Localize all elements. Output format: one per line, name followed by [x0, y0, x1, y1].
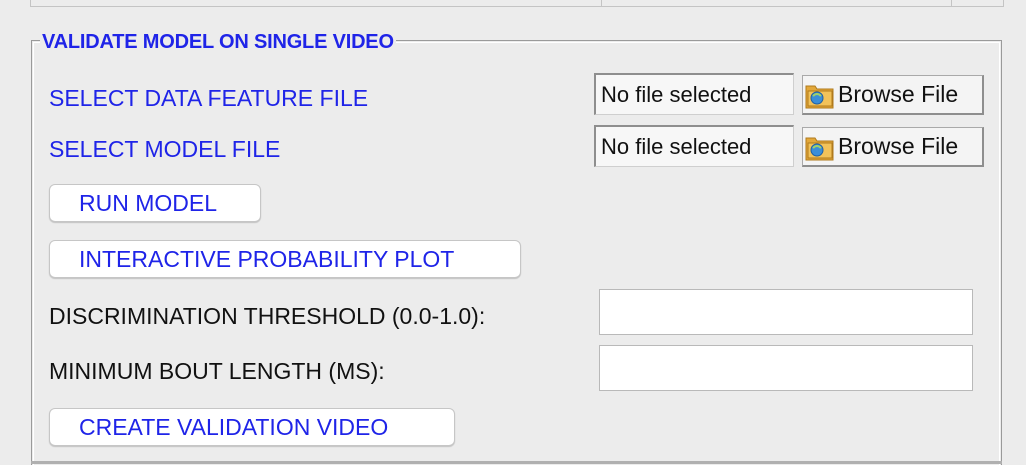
browse-label: Browse File	[838, 81, 959, 107]
data-feature-label: SELECT DATA FEATURE FILE	[49, 85, 369, 111]
minimum-bout-length-input[interactable]	[599, 345, 973, 391]
browse-label: Browse File	[838, 133, 959, 159]
panel-divider	[951, 0, 952, 6]
folder-icon	[804, 132, 836, 162]
minimum-bout-length-label: MINIMUM BOUT LENGTH (MS):	[49, 358, 385, 384]
create-validation-video-button[interactable]: CREATE VALIDATION VIDEO	[49, 408, 455, 446]
discrimination-threshold-input[interactable]	[599, 289, 973, 335]
run-model-button[interactable]: RUN MODEL	[49, 184, 261, 222]
folder-icon	[804, 80, 836, 110]
interactive-probability-plot-button[interactable]: INTERACTIVE PROBABILITY PLOT	[49, 240, 521, 278]
data-feature-file-field[interactable]: No file selected	[594, 73, 794, 115]
previous-panel-edge	[30, 0, 1004, 7]
panel-divider	[601, 0, 602, 6]
model-file-field[interactable]: No file selected	[594, 125, 794, 167]
model-file-label: SELECT MODEL FILE	[49, 136, 281, 162]
discrimination-threshold-label: DISCRIMINATION THRESHOLD (0.0-1.0):	[49, 303, 486, 329]
model-file-browse-button[interactable]: Browse File	[802, 127, 984, 167]
data-feature-browse-button[interactable]: Browse File	[802, 75, 984, 115]
panel-title: VALIDATE MODEL ON SINGLE VIDEO	[40, 30, 396, 54]
